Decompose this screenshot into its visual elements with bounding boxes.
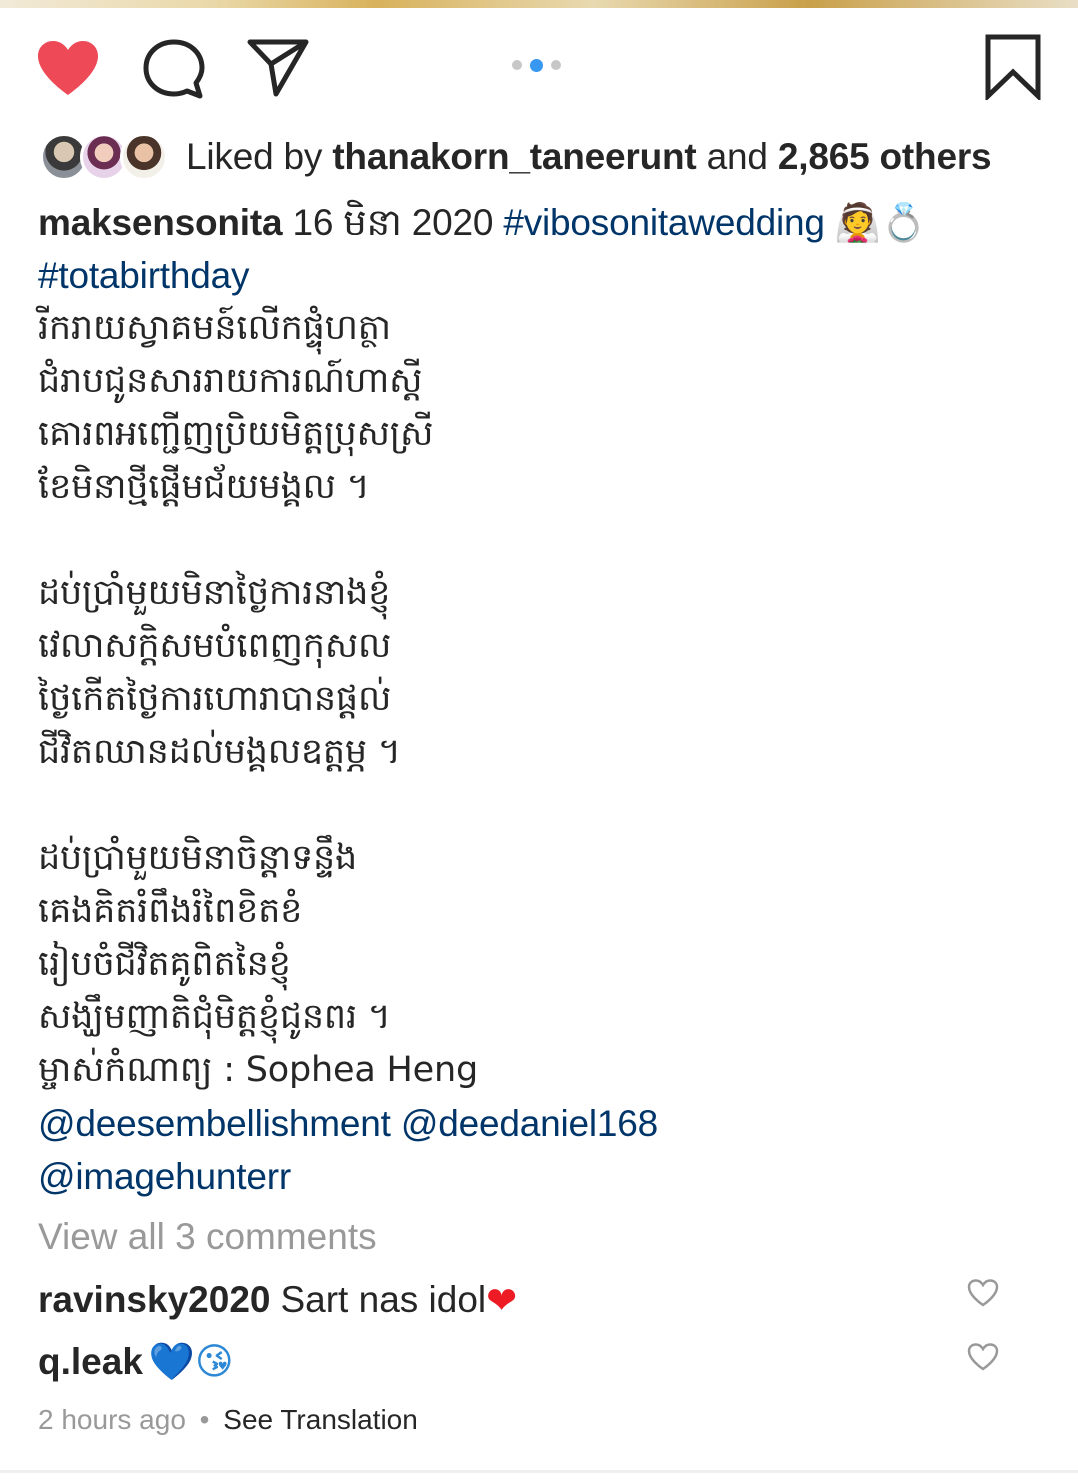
poem-line: ជីវិតឈានដល់មង្គលឧត្តម្ភ ។: [38, 732, 401, 772]
author-username[interactable]: maksensonita: [38, 202, 283, 243]
avatar[interactable]: [120, 133, 168, 181]
carousel-dot: [512, 60, 522, 70]
liker-username[interactable]: thanakorn_taneerunt: [332, 136, 696, 177]
hashtag-link[interactable]: #vibosonitawedding: [503, 202, 825, 243]
poem-line: វេលាសក្តិសមបំពេញកុសល: [38, 626, 392, 666]
see-translation-link[interactable]: See Translation: [223, 1404, 418, 1435]
view-all-comments-link[interactable]: View all 3 comments: [38, 1216, 377, 1258]
mention-link[interactable]: @deesembellishment: [38, 1103, 391, 1144]
like-comment-heart-icon[interactable]: [966, 1339, 1000, 1381]
and-label: and: [706, 136, 768, 177]
poem-line: គេងគិតរំពឹងរំពៃខិតខំ: [38, 891, 303, 931]
mention-link[interactable]: @deedaniel168: [401, 1103, 658, 1144]
hashtag-link[interactable]: #totabirthday: [38, 255, 250, 296]
caption-first-line: maksensonita 16 មិនា 2020 #vibosonitawed…: [38, 196, 1048, 249]
poem-line: សង្ឃឹមញាតិជុំមិត្តខ្ញុំជូនពរ ។: [38, 997, 391, 1037]
poem-line: ថ្ងៃកើតថ្ងៃការហោរាបានផ្តល់: [38, 679, 392, 719]
comment-item: q.leak 💙😘: [38, 1336, 1038, 1388]
comment-username[interactable]: ravinsky2020: [38, 1279, 270, 1321]
carousel-dot: [551, 60, 561, 70]
post-timestamp: 2 hours ago: [38, 1404, 186, 1435]
stanza-gap: [38, 514, 1048, 567]
caption-hashtag-line: #totabirthday: [38, 249, 1048, 302]
red-heart-emoji: ❤: [486, 1278, 518, 1322]
comment-username[interactable]: q.leak: [38, 1341, 143, 1383]
poem-line: រីករាយស្វាគមន៍លើកផ្ទុំហត្ថា: [38, 308, 391, 348]
bookmark-icon[interactable]: [984, 34, 1042, 100]
liked-by-label: Liked by: [186, 136, 323, 177]
divider: [0, 1470, 1078, 1473]
carousel-dot-active: [530, 58, 543, 72]
poem-credit: ម្ចាស់កំណាព្យ : Sophea Heng: [38, 1050, 478, 1090]
share-icon[interactable]: [246, 36, 310, 98]
mention-link[interactable]: @imagehunterr: [38, 1156, 291, 1197]
likes-summary: Liked by thanakorn_taneerunt and 2,865 o…: [40, 130, 992, 184]
stanza-gap: [38, 779, 1048, 832]
carousel-indicator: [512, 58, 561, 72]
like-comment-heart-icon[interactable]: [966, 1275, 1000, 1317]
poem-line: ដប់ប្រាំមួយមិនាចិន្តាទន្ទឹង: [38, 838, 358, 878]
caption-date: 16 មិនា 2020: [292, 202, 494, 243]
poem-line: រៀបចំជីវិតគូពិតនៃខ្ញុំ: [38, 944, 291, 984]
mentions-line: @imagehunterr: [38, 1150, 1048, 1203]
meta-separator: •: [199, 1404, 210, 1435]
heart-filled-icon[interactable]: [34, 38, 102, 98]
likes-count-link[interactable]: 2,865 others: [778, 136, 992, 177]
mentions-line: @deesembellishment @deedaniel168: [38, 1097, 1048, 1150]
comment-icon[interactable]: [142, 38, 206, 100]
post-meta: 2 hours ago • See Translation: [38, 1404, 418, 1436]
poem-line: ជំរាបជូនសាររាយការណ៍ហាស្តី: [38, 361, 423, 401]
action-bar: [0, 22, 1078, 112]
post-caption: maksensonita 16 មិនា 2020 #vibosonitawed…: [38, 196, 1048, 1203]
poem-line: ដប់ប្រាំមួយមិនាថ្ងៃការនាងខ្ញុំ: [38, 573, 391, 613]
liker-avatars[interactable]: [40, 131, 168, 183]
poem-line: ខែមិនាថ្មីផ្តើមជ័យមង្គល ។: [38, 467, 370, 507]
comment-item: ravinsky2020 Sart nas idol ❤: [38, 1274, 1038, 1326]
likes-text: Liked by thanakorn_taneerunt and 2,865 o…: [186, 136, 992, 178]
poem-line: គោរពអញ្ជើញប្រិយមិត្តប្រុសស្រី: [38, 414, 434, 454]
comment-text: Sart nas idol: [280, 1279, 487, 1320]
bride-ring-emoji: 👰💍: [834, 201, 927, 244]
post-photo-bottom-edge[interactable]: [0, 0, 1078, 8]
blue-heart-kiss-emoji: 💙😘: [148, 1340, 234, 1383]
